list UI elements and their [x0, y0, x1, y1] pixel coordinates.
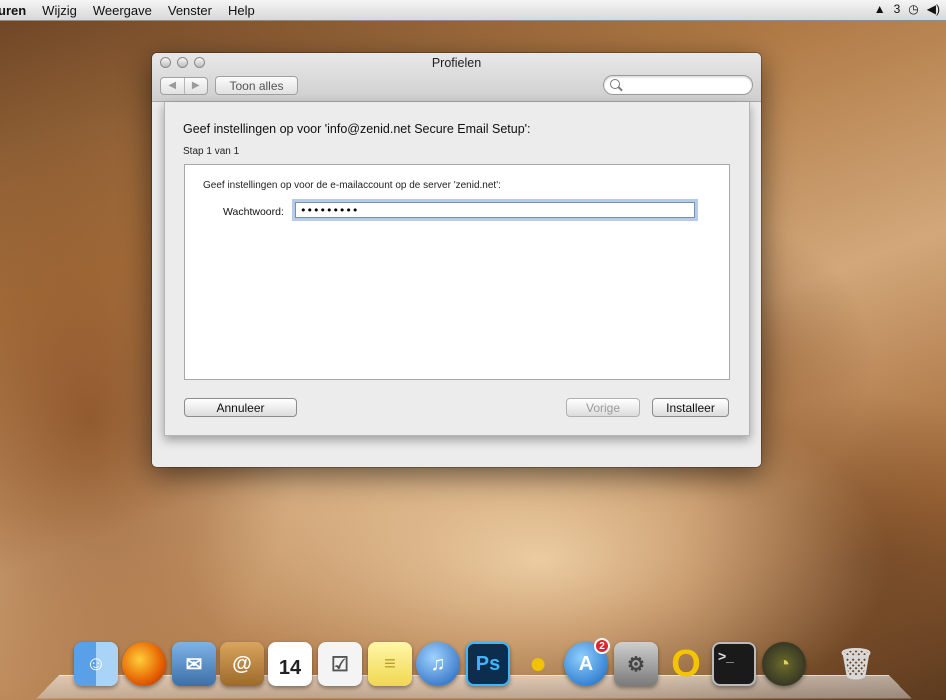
volume-icon[interactable]: ◀)	[927, 2, 940, 16]
menu-help[interactable]: Help	[220, 3, 263, 18]
forward-button[interactable]: ▶	[185, 78, 208, 94]
search-field[interactable]	[603, 75, 753, 95]
menu-window[interactable]: Venster	[160, 3, 220, 18]
time-machine-icon[interactable]: ◷	[908, 2, 918, 16]
cancel-button[interactable]: Annuleer	[184, 398, 297, 417]
radar-icon[interactable]: ◔	[762, 642, 806, 686]
adobe-icon[interactable]: ▲	[874, 2, 886, 16]
trash-icon[interactable]: 🗑	[834, 642, 878, 686]
photoshop-icon[interactable]: Ps	[466, 642, 510, 686]
address-book-icon[interactable]: @	[220, 642, 264, 686]
install-button[interactable]: Installeer	[652, 398, 729, 417]
back-button[interactable]: ◀	[161, 78, 185, 94]
finder-icon[interactable]: ☺	[74, 642, 118, 686]
sheet-heading: Geef instellingen op voor 'info@zenid.ne…	[183, 122, 531, 136]
menu-view[interactable]: Weergave	[85, 3, 160, 18]
menu-app[interactable]: uren	[0, 3, 34, 18]
cyberduck-icon[interactable]: ●	[516, 642, 560, 686]
mail-icon[interactable]: ✉	[172, 642, 216, 686]
calendar-icon[interactable]: 14	[268, 642, 312, 686]
profiles-window: Profielen ◀ ▶ Toon alles Geef instelling…	[152, 53, 761, 467]
previous-button[interactable]: Vorige	[566, 398, 640, 417]
app-store-badge: 2	[594, 638, 610, 654]
search-input[interactable]	[622, 77, 750, 95]
dock: ☺ ✉ @ 14 ☑ ≡ ♫ Ps ● A 2 ⚙ O >_ ◔ 🗑	[70, 636, 890, 694]
show-all-button[interactable]: Toon alles	[215, 76, 298, 95]
nav-back-forward: ◀ ▶	[160, 77, 208, 95]
status-count[interactable]: 3	[894, 2, 901, 16]
window-title: Profielen	[431, 56, 482, 70]
window-content: Geef instellingen op voor 'info@zenid.ne…	[152, 102, 761, 467]
password-field[interactable]	[295, 202, 695, 218]
settings-description: Geef instellingen op voor de e-mailaccou…	[203, 180, 501, 191]
menu-bar: uren Wijzig Weergave Venster Help ▲ 3 ◷ …	[0, 0, 946, 21]
password-label: Wachtwoord:	[223, 206, 284, 218]
stickies-icon[interactable]: ≡	[368, 642, 412, 686]
menu-edit[interactable]: Wijzig	[34, 3, 85, 18]
search-icon	[610, 79, 620, 89]
terminal-icon[interactable]: >_	[712, 642, 756, 686]
install-profile-sheet: Geef instellingen op voor 'info@zenid.ne…	[164, 102, 750, 436]
window-titlebar[interactable]: Profielen ◀ ▶ Toon alles	[152, 53, 761, 102]
settings-panel: Geef instellingen op voor de e-mailaccou…	[184, 164, 730, 380]
firefox-icon[interactable]	[122, 642, 166, 686]
itunes-icon[interactable]: ♫	[416, 642, 460, 686]
system-preferences-icon[interactable]: ⚙	[614, 642, 658, 686]
opera-icon[interactable]: O	[664, 642, 708, 686]
step-indicator: Stap 1 van 1	[183, 146, 240, 157]
menubar-status-area: ▲ 3 ◷ ◀)	[874, 2, 940, 16]
calendar-day: 14	[278, 656, 302, 679]
reminders-icon[interactable]: ☑	[318, 642, 362, 686]
photoshop-label: Ps	[475, 652, 501, 675]
